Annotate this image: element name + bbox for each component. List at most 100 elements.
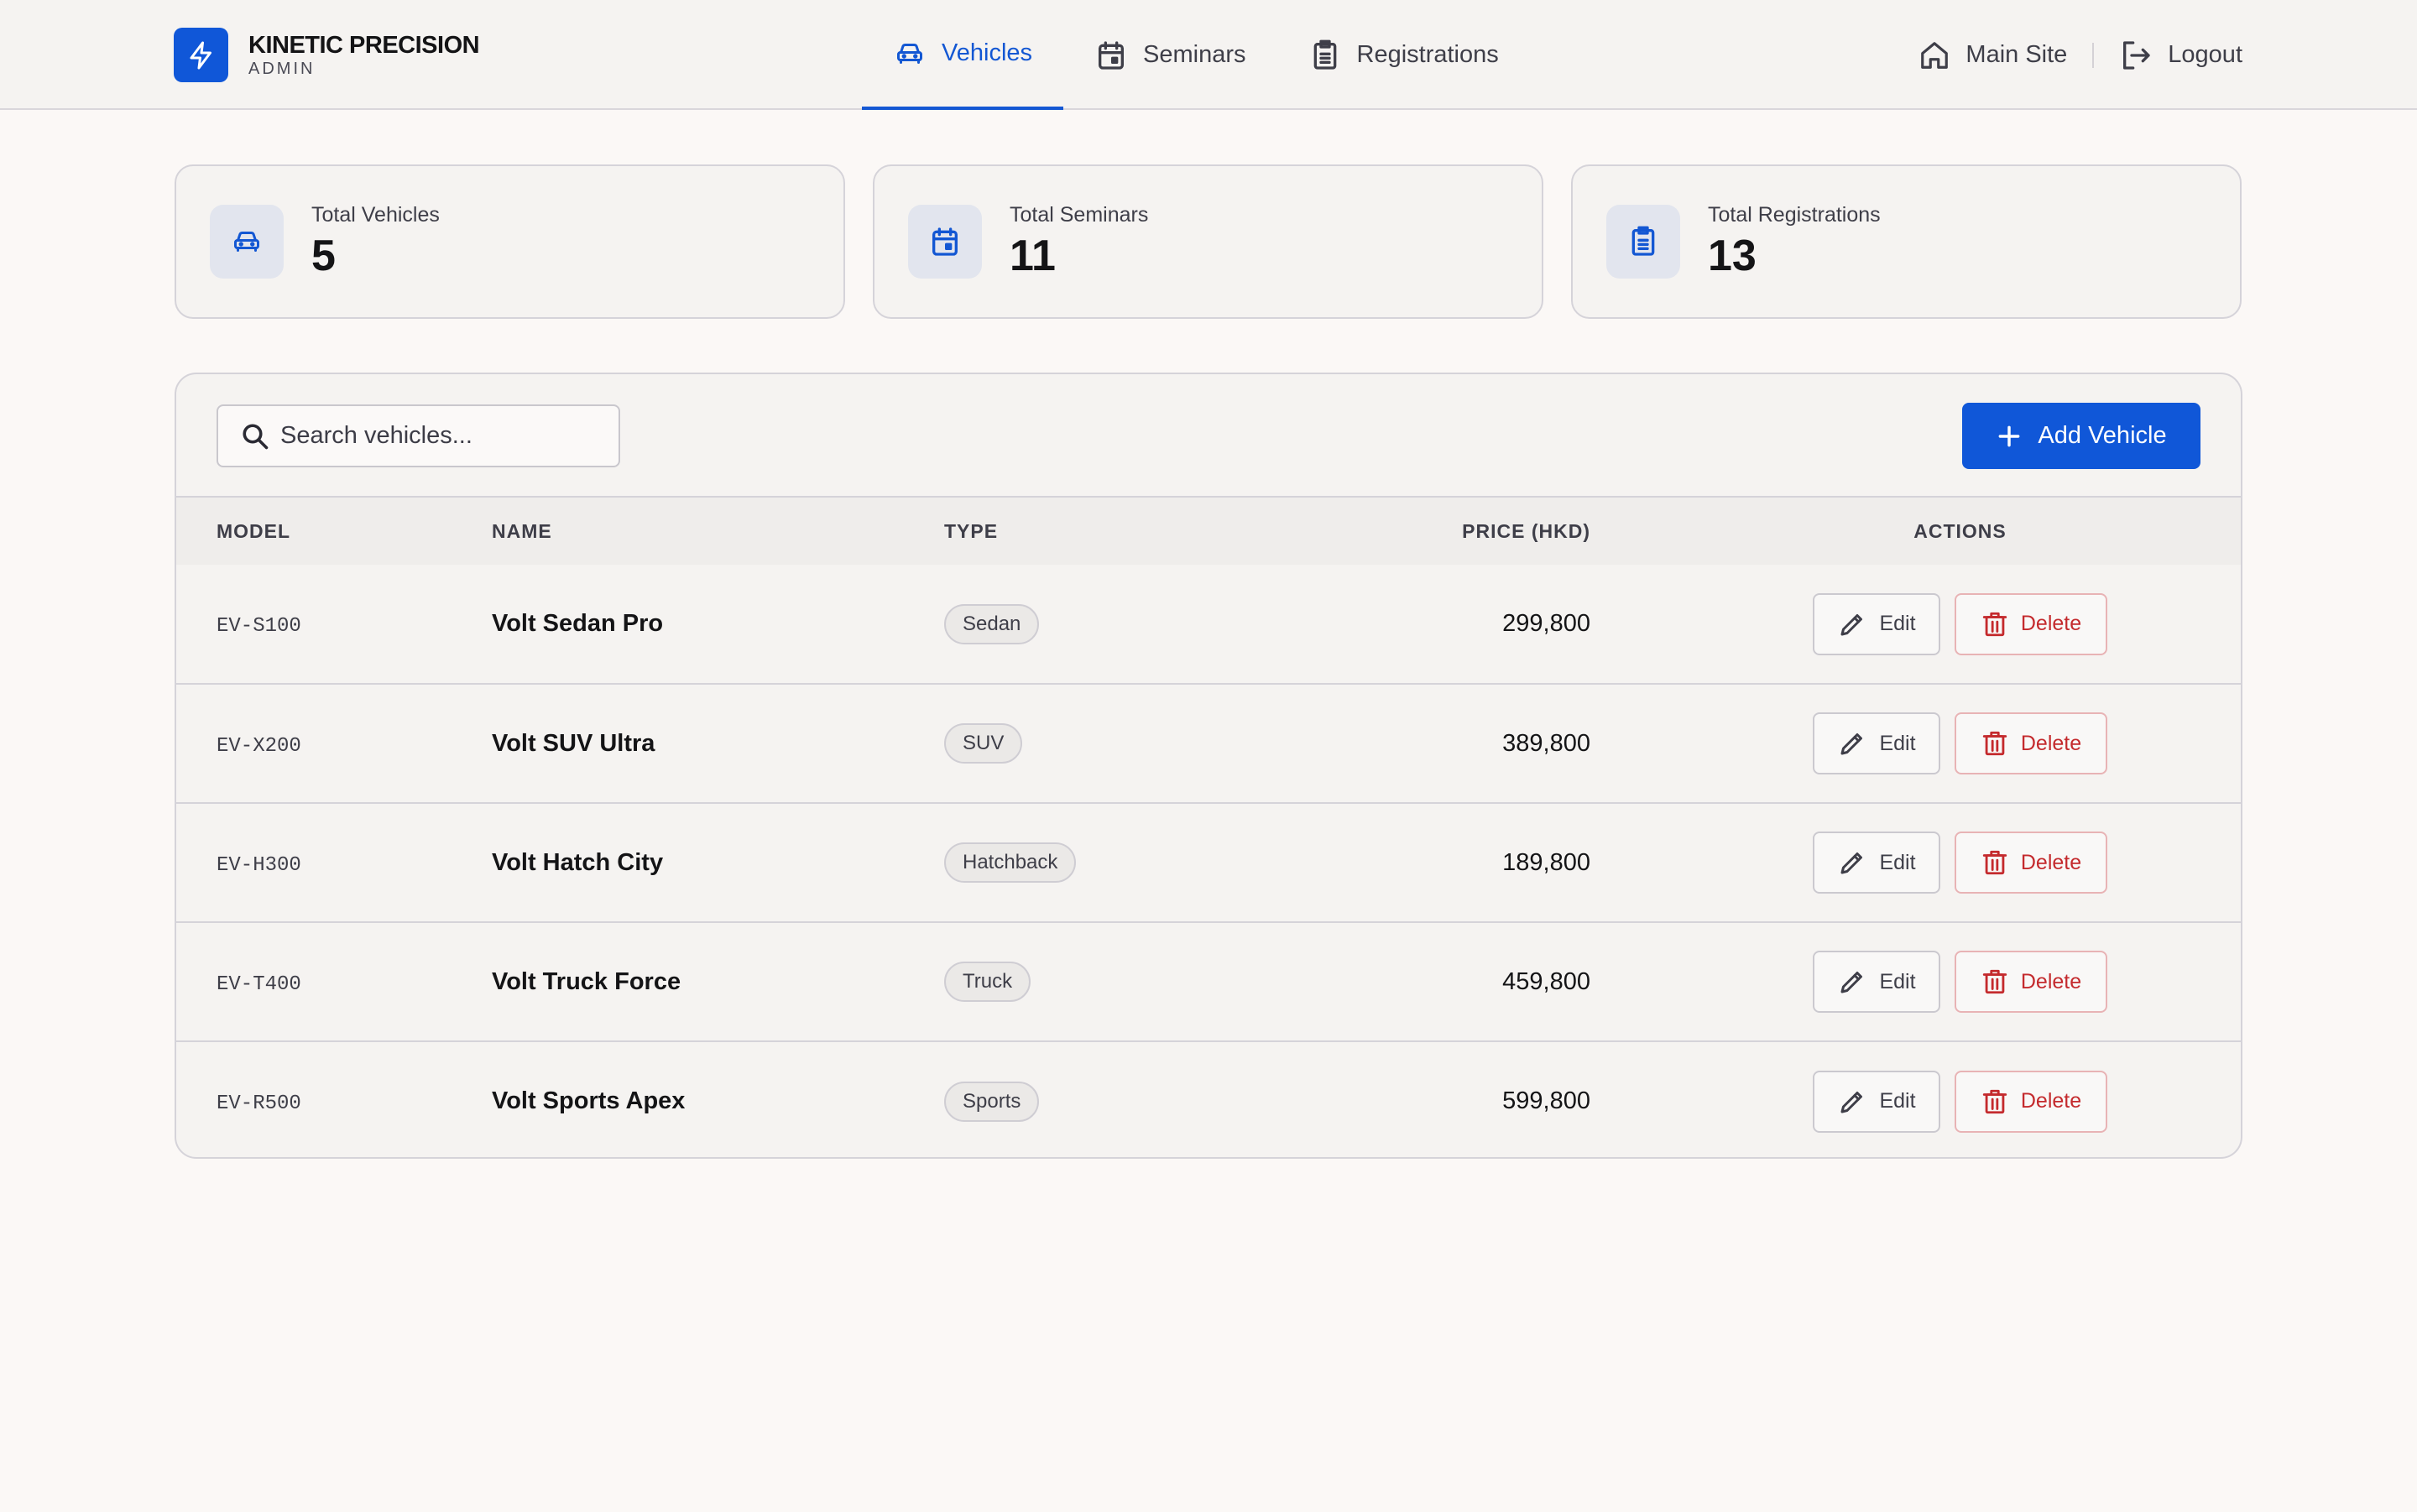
main-site-label: Main Site xyxy=(1965,41,2068,68)
main-site-link[interactable]: Main Site xyxy=(1918,39,2067,72)
vehicle-model: EV-R500 xyxy=(217,1092,301,1115)
table-row: EV-X200 Volt SUV Ultra SUV 389,800 Edit … xyxy=(176,684,2241,803)
brand-subtitle: ADMIN xyxy=(248,59,316,78)
vehicle-model: EV-T400 xyxy=(217,972,301,996)
logout-icon xyxy=(2123,40,2150,70)
pencil-icon xyxy=(1840,1091,1863,1113)
clipboard-icon xyxy=(1606,205,1680,279)
pencil-icon xyxy=(1840,613,1863,635)
vehicles-panel: Add Vehicle MODEL NAME TYPE PRICE (HKD) … xyxy=(175,373,2242,1159)
trash-icon xyxy=(1982,1089,2007,1113)
add-vehicle-button[interactable]: Add Vehicle xyxy=(1962,403,2200,469)
edit-button[interactable]: Edit xyxy=(1813,1070,1940,1133)
table-row: EV-T400 Volt Truck Force Truck 459,800 E… xyxy=(176,922,2241,1041)
table-toolbar: Add Vehicle xyxy=(176,374,2241,498)
logout-link[interactable]: Logout xyxy=(2119,39,2242,72)
vehicle-model: EV-H300 xyxy=(217,853,301,877)
top-navigation-bar: KINETIC PRECISION ADMIN Vehicles Seminar… xyxy=(0,0,2417,110)
stat-label: Total Registrations xyxy=(1708,202,1881,227)
trash-icon xyxy=(1982,969,2007,994)
calendar-icon xyxy=(1099,40,1125,70)
edit-label: Edit xyxy=(1879,969,1916,993)
utility-nav: Main Site Logout xyxy=(1918,0,2242,110)
pencil-icon xyxy=(1840,972,1863,993)
stat-card-seminars: Total Seminars 11 xyxy=(873,164,1543,319)
plus-icon xyxy=(1999,425,2020,446)
nav-item-seminars[interactable]: Seminars xyxy=(1063,0,1277,110)
lightning-bolt-icon xyxy=(174,28,228,82)
vehicle-price: 299,800 xyxy=(1502,610,1590,637)
edit-button[interactable]: Edit xyxy=(1813,712,1940,774)
vehicle-type-badge: SUV xyxy=(944,723,1023,764)
delete-label: Delete xyxy=(2020,612,2082,635)
nav-item-registrations[interactable]: Registrations xyxy=(1277,0,1530,110)
column-header-price[interactable]: PRICE (HKD) xyxy=(1278,498,1590,565)
table-body: EV-S100 Volt Sedan Pro Sedan 299,800 Edi… xyxy=(176,565,2241,1157)
vehicle-model: EV-X200 xyxy=(217,734,301,758)
vehicle-name: Volt SUV Ultra xyxy=(492,729,655,757)
vehicle-price: 389,800 xyxy=(1502,729,1590,757)
nav-divider xyxy=(2092,42,2095,68)
delete-button[interactable]: Delete xyxy=(1955,592,2107,655)
home-icon xyxy=(1921,41,1949,69)
vehicle-type-badge: Hatchback xyxy=(944,842,1077,883)
nav-label-registrations: Registrations xyxy=(1356,41,1499,68)
vehicle-name: Volt Sedan Pro xyxy=(492,610,664,637)
column-header-name[interactable]: NAME xyxy=(492,498,944,565)
edit-button[interactable]: Edit xyxy=(1813,592,1940,655)
pencil-icon xyxy=(1840,852,1863,874)
nav-label-seminars: Seminars xyxy=(1143,41,1246,68)
search-input[interactable] xyxy=(280,422,616,450)
vehicle-model: EV-S100 xyxy=(217,615,301,638)
vehicle-name: Volt Truck Force xyxy=(492,967,681,995)
trash-icon xyxy=(1982,850,2007,875)
table-row: EV-R500 Volt Sports Apex Sports 599,800 … xyxy=(176,1041,2241,1157)
vehicle-type-badge: Truck xyxy=(944,962,1031,1002)
table-header-row: MODEL NAME TYPE PRICE (HKD) ACTIONS xyxy=(176,498,2241,565)
stat-value: 11 xyxy=(1010,231,1056,280)
search-icon xyxy=(243,423,269,449)
column-header-model[interactable]: MODEL xyxy=(176,498,492,565)
search-box[interactable] xyxy=(217,404,620,467)
edit-button[interactable]: Edit xyxy=(1813,951,1940,1013)
delete-label: Delete xyxy=(2020,731,2082,755)
delete-label: Delete xyxy=(2020,850,2082,874)
vehicle-price: 459,800 xyxy=(1502,967,1590,995)
calendar-icon xyxy=(908,205,982,279)
car-icon xyxy=(210,205,284,279)
main-nav: Vehicles Seminars Registrations xyxy=(862,0,1530,110)
edit-label: Edit xyxy=(1879,612,1916,635)
column-header-type[interactable]: TYPE xyxy=(944,498,1278,565)
stat-value: 5 xyxy=(311,231,336,280)
nav-item-vehicles[interactable]: Vehicles xyxy=(862,0,1064,110)
table-row: EV-H300 Volt Hatch City Hatchback 189,80… xyxy=(176,803,2241,922)
brand-name: KINETIC PRECISION xyxy=(248,31,480,59)
brand[interactable]: KINETIC PRECISION ADMIN xyxy=(174,28,480,82)
vehicle-price: 189,800 xyxy=(1502,848,1590,876)
edit-label: Edit xyxy=(1879,850,1916,874)
pencil-icon xyxy=(1840,733,1863,755)
trash-icon xyxy=(1982,731,2007,756)
edit-button[interactable]: Edit xyxy=(1813,832,1940,894)
clipboard-icon xyxy=(1313,39,1336,70)
stat-card-registrations: Total Registrations 13 xyxy=(1571,164,2242,319)
trash-icon xyxy=(1982,612,2007,636)
stat-cards: Total Vehicles 5 Total Seminars 11 Total… xyxy=(175,164,2242,319)
vehicles-table: MODEL NAME TYPE PRICE (HKD) ACTIONS EV-S… xyxy=(176,498,2241,1157)
car-icon xyxy=(897,43,922,64)
nav-label-vehicles: Vehicles xyxy=(942,39,1033,66)
delete-label: Delete xyxy=(2020,1089,2082,1113)
edit-label: Edit xyxy=(1879,1089,1916,1113)
delete-button[interactable]: Delete xyxy=(1955,832,2107,894)
delete-button[interactable]: Delete xyxy=(1955,1070,2107,1133)
stat-value: 13 xyxy=(1708,231,1757,280)
edit-label: Edit xyxy=(1879,731,1916,755)
stat-label: Total Seminars xyxy=(1010,202,1149,227)
vehicle-name: Volt Hatch City xyxy=(492,848,664,876)
stat-label: Total Vehicles xyxy=(311,202,440,227)
table-row: EV-S100 Volt Sedan Pro Sedan 299,800 Edi… xyxy=(176,565,2241,684)
delete-label: Delete xyxy=(2020,969,2082,993)
vehicle-price: 599,800 xyxy=(1502,1087,1590,1114)
delete-button[interactable]: Delete xyxy=(1955,712,2107,774)
delete-button[interactable]: Delete xyxy=(1955,951,2107,1013)
